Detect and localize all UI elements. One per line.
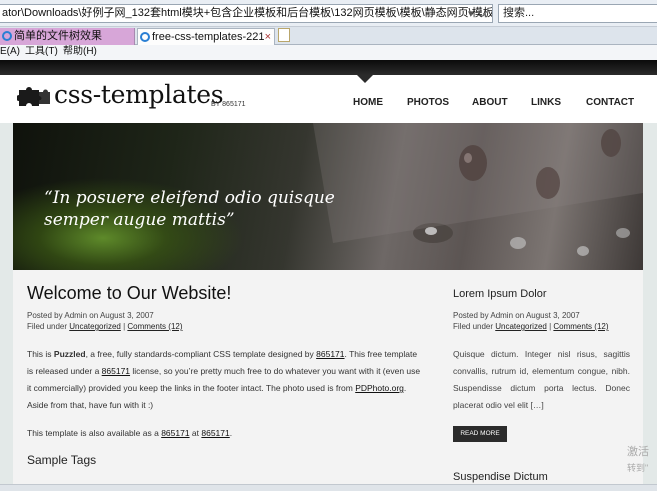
- pdphoto-link[interactable]: PDPhoto.org: [355, 383, 404, 393]
- ie-icon: [2, 31, 12, 41]
- tab-label: 简单的文件树效果: [14, 30, 102, 42]
- text: at: [189, 428, 202, 438]
- menu-edit[interactable]: E(A): [0, 45, 20, 59]
- nav-links[interactable]: LINKS: [531, 97, 561, 108]
- text: This template is also available as a: [27, 428, 162, 438]
- nav-home[interactable]: HOME: [353, 97, 383, 108]
- tab-file-tree[interactable]: 简单的文件树效果: [0, 28, 135, 45]
- tab-strip: 简单的文件树效果 free-css-templates-221 ×: [0, 27, 657, 45]
- site-header: css-templates BY 865171 HOME PHOTOS ABOU…: [0, 75, 657, 123]
- content-area: Welcome to Our Website! Posted by Admin …: [13, 270, 643, 491]
- category-link[interactable]: Uncategorized: [69, 322, 121, 331]
- read-more-button[interactable]: READ MORE: [453, 426, 507, 442]
- filed-prefix: Filed under: [27, 322, 70, 331]
- activation-watermark: 激活: [627, 446, 649, 458]
- nav-active-pointer: [357, 75, 373, 83]
- compat-view-icon[interactable]: ▾: [468, 7, 474, 20]
- text: , a free, fully standards-compliant CSS …: [85, 349, 317, 359]
- text: This is: [27, 349, 54, 359]
- menu-bar: E(A) 工具(T) 帮助(H): [0, 45, 657, 60]
- close-tab-icon[interactable]: ×: [265, 29, 271, 45]
- post-title[interactable]: Welcome to Our Website!: [27, 283, 231, 304]
- nav-about[interactable]: ABOUT: [472, 97, 508, 108]
- post-paragraph-1: This is Puzzled, a free, fully standards…: [27, 346, 425, 414]
- sidebar-meta-filed: Filed under Uncategorized | Comments (12…: [453, 322, 609, 331]
- right-margin: [643, 123, 657, 491]
- puzzle-icon: [17, 87, 50, 106]
- activation-watermark-sub: 转到": [627, 463, 649, 473]
- hero-quote: “In posuere eleifend odio quisque semper…: [44, 188, 335, 230]
- ie-icon: [140, 32, 150, 42]
- template-link[interactable]: 865171: [161, 428, 189, 438]
- emphasis-text: Puzzled: [53, 349, 86, 359]
- designer-link[interactable]: 865171: [316, 349, 344, 359]
- left-margin: [0, 123, 13, 491]
- nav-photos[interactable]: PHOTOS: [407, 97, 449, 108]
- text: .: [229, 428, 233, 438]
- sidebar-title-2[interactable]: Suspendise Dictum: [453, 471, 548, 483]
- site-top-bar: [0, 60, 657, 75]
- menu-tools[interactable]: 工具(T): [25, 45, 58, 59]
- search-input[interactable]: 搜索...: [498, 4, 657, 23]
- category-link[interactable]: Uncategorized: [495, 322, 547, 331]
- address-input[interactable]: ator\Downloads\好例子网_132套html模块+包含企业模板和后台…: [0, 4, 493, 23]
- horizontal-scrollbar[interactable]: [0, 484, 657, 491]
- new-tab-button[interactable]: [278, 28, 290, 42]
- sidebar-meta-posted: Posted by Admin on August 3, 2007: [453, 311, 580, 320]
- license-link[interactable]: 865171: [102, 366, 130, 376]
- nav-contact[interactable]: CONTACT: [586, 97, 634, 108]
- post-meta-posted: Posted by Admin on August 3, 2007: [27, 311, 154, 320]
- comments-link[interactable]: Comments (12): [127, 322, 182, 331]
- address-buttons: ▾ ↻: [468, 5, 492, 22]
- hero-banner: “In posuere eleifend odio quisque semper…: [13, 123, 643, 270]
- post-paragraph-2: This template is also available as a 865…: [27, 425, 425, 442]
- sidebar-excerpt: Quisque dictum. Integer nisl risus, sagi…: [453, 349, 630, 410]
- menu-help[interactable]: 帮助(H): [63, 45, 97, 59]
- tab-free-css-templates[interactable]: free-css-templates-221 ×: [137, 28, 275, 45]
- refresh-icon[interactable]: ↻: [478, 7, 487, 20]
- site-logo[interactable]: css-templates: [54, 80, 224, 109]
- address-bar-row: ator\Downloads\好例子网_132套html模块+包含企业模板和后台…: [0, 0, 657, 27]
- site-link[interactable]: 865171: [201, 428, 229, 438]
- sidebar-title[interactable]: Lorem Ipsum Dolor: [453, 288, 547, 300]
- post-meta-filed: Filed under Uncategorized | Comments (12…: [27, 322, 183, 331]
- sample-tags-heading: Sample Tags: [27, 453, 97, 467]
- filed-prefix: Filed under: [453, 322, 496, 331]
- comments-link[interactable]: Comments (12): [553, 322, 608, 331]
- logo-byline: BY 865171: [211, 101, 246, 108]
- tab-label: free-css-templates-221: [152, 31, 265, 43]
